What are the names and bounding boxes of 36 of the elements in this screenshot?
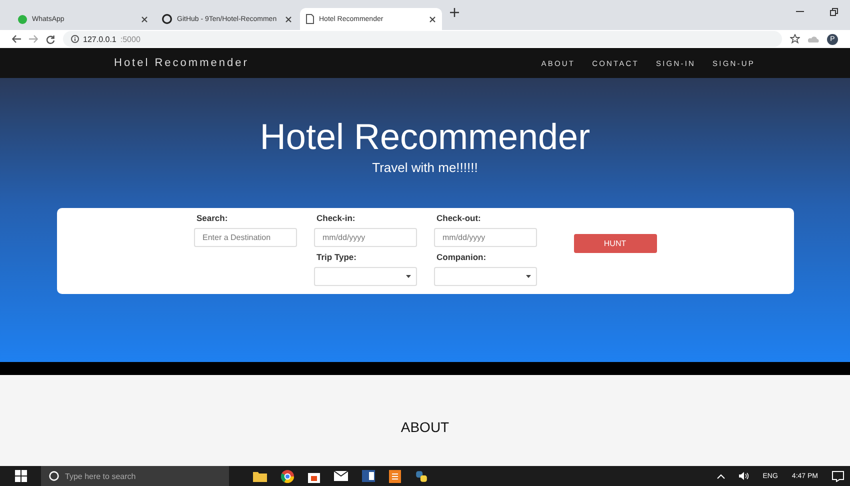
hero-title: Hotel Recommender (260, 116, 590, 158)
field-label: Companion: (436, 252, 488, 263)
windows-icon[interactable] (15, 470, 27, 482)
date-field[interactable]: mm/dd/yyyy (434, 228, 536, 247)
close-icon[interactable] (141, 16, 148, 22)
hero-subtitle: Travel with me!!!!!! (372, 160, 478, 175)
volume-icon[interactable] (738, 472, 749, 480)
taskbar-search[interactable]: Type here to search (41, 466, 229, 486)
destination-field[interactable]: Enter a Destination (194, 228, 296, 247)
editor-icon[interactable] (389, 470, 401, 482)
field-label: Check-in: (316, 213, 356, 224)
browser-icon[interactable] (281, 470, 294, 482)
document-icon[interactable] (362, 470, 375, 482)
new-tab-icon[interactable] (450, 8, 459, 16)
close-icon[interactable] (429, 16, 436, 22)
date-field[interactable]: mm/dd/yyyy (314, 228, 416, 247)
field-label: Search: (196, 213, 229, 224)
page-icon (306, 14, 314, 24)
hunt-button[interactable]: HUNT (574, 234, 656, 252)
close-icon[interactable] (285, 16, 292, 22)
about-heading: ABOUT (400, 419, 450, 437)
field-label: Check-out: (436, 213, 482, 224)
address-bar[interactable]: 127.0.0.1 :5000 (63, 31, 782, 47)
back-icon[interactable] (12, 35, 21, 43)
mail-icon[interactable] (334, 471, 348, 481)
chevron-up-icon[interactable] (716, 474, 725, 478)
restore-icon[interactable] (830, 8, 838, 16)
notification-icon[interactable] (832, 470, 844, 482)
caret-icon (526, 275, 530, 278)
star-icon[interactable] (790, 34, 800, 44)
caret-icon (406, 275, 410, 278)
info-icon[interactable] (71, 35, 79, 43)
folder-icon[interactable] (253, 470, 267, 482)
field-label: Trip Type: (316, 252, 358, 263)
reload-icon[interactable] (46, 34, 55, 44)
site-brand[interactable]: Hotel Recommender (114, 57, 249, 69)
